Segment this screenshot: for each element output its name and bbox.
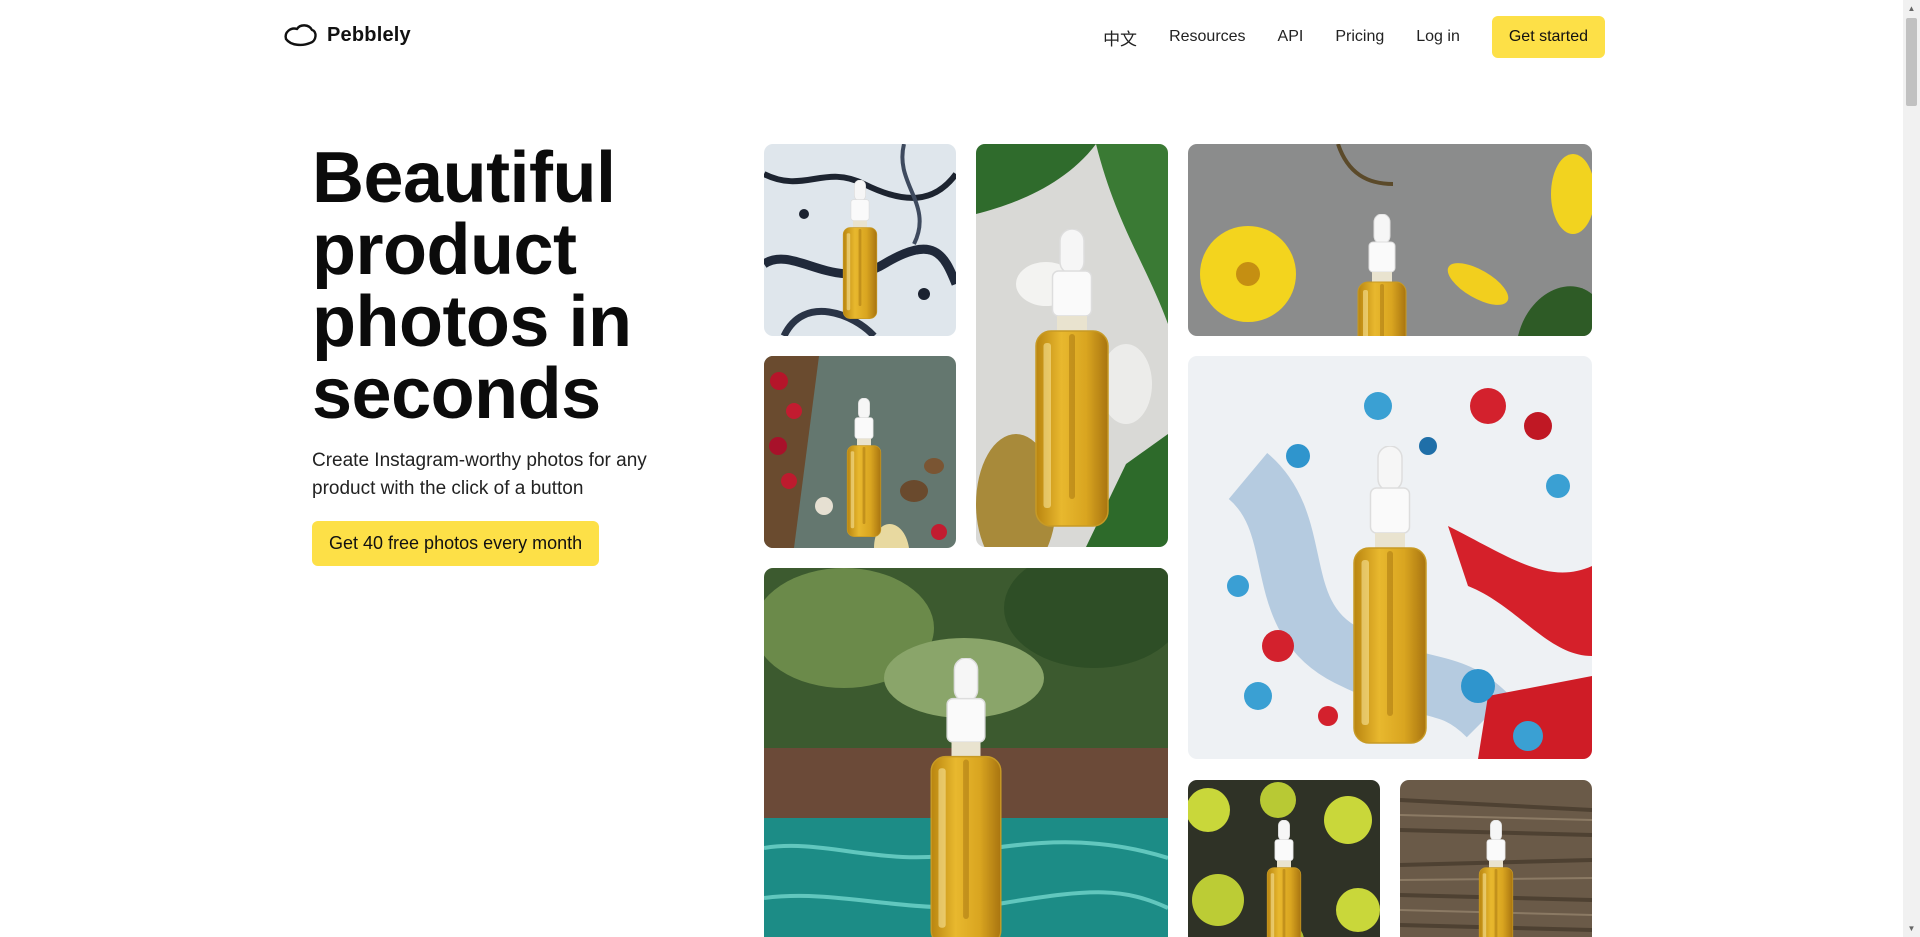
pebble-logo-icon bbox=[284, 24, 317, 47]
yellow-flowers-bottle-photo bbox=[1188, 144, 1592, 336]
hero-title: Beautiful product photos in seconds bbox=[312, 138, 632, 434]
scroll-thumb[interactable] bbox=[1906, 18, 1917, 106]
water-stones-leaves-bottle-photo bbox=[976, 144, 1168, 547]
scroll-down-arrow-icon[interactable]: ▼ bbox=[1903, 920, 1920, 937]
paint-splatter-bottle-photo bbox=[1188, 356, 1592, 759]
nav-api[interactable]: API bbox=[1278, 28, 1304, 46]
brand-logo[interactable]: Pebblely bbox=[282, 22, 411, 48]
berries-nuts-bottle-photo bbox=[764, 356, 956, 548]
nav-login[interactable]: Log in bbox=[1416, 28, 1460, 46]
site-header: Pebblely 中文 Resources API Pricing Log in… bbox=[0, 0, 1900, 74]
yellow-leaves-bottle-photo bbox=[1188, 780, 1380, 937]
brand-name: Pebblely bbox=[327, 23, 411, 46]
free-photos-button[interactable]: Get 40 free photos every month bbox=[312, 521, 600, 566]
nav-chinese-language[interactable]: 中文 bbox=[1103, 25, 1137, 50]
scroll-up-arrow-icon[interactable]: ▲ bbox=[1903, 0, 1920, 17]
wood-bark-bottle-photo bbox=[1400, 780, 1592, 937]
nav-resources[interactable]: Resources bbox=[1169, 28, 1245, 46]
hero-subtitle: Create Instagram-worthy photos for any p… bbox=[312, 450, 647, 499]
pool-jungle-bottle-photo bbox=[764, 568, 1168, 937]
page-scrollbar[interactable]: ▲ ▼ bbox=[1903, 0, 1920, 937]
nav-pricing[interactable]: Pricing bbox=[1335, 28, 1384, 46]
main-nav: 中文 Resources API Pricing Log in Get star… bbox=[1103, 16, 1605, 58]
marble-dropper-bottle-photo bbox=[764, 144, 956, 336]
get-started-button[interactable]: Get started bbox=[1491, 16, 1605, 58]
